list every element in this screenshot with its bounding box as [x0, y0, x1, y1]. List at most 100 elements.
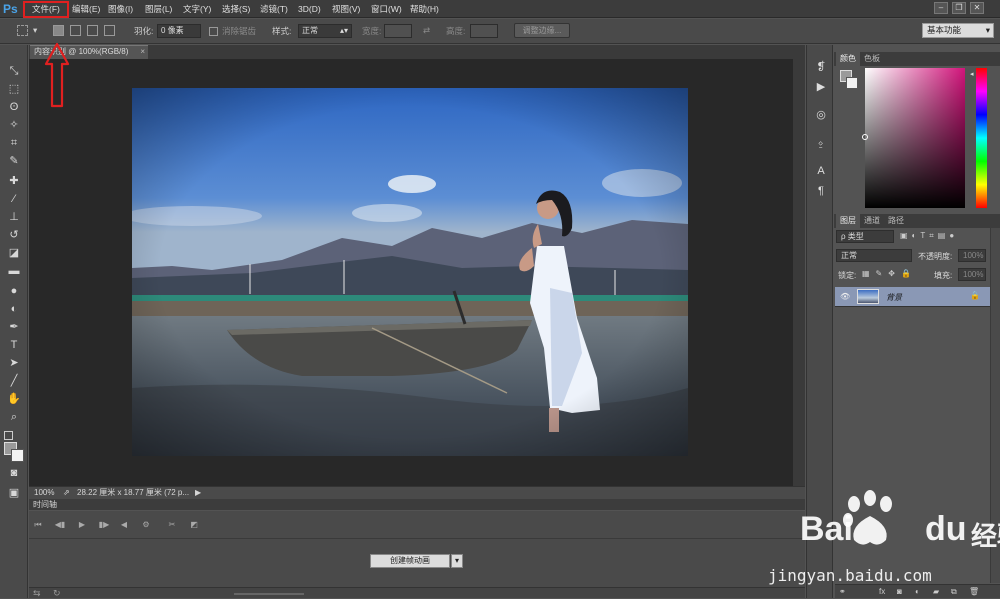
transition-icon[interactable]: ◩: [187, 519, 201, 531]
menu-edit[interactable]: 编辑(E): [72, 0, 100, 18]
path-select-tool-icon[interactable]: ➤: [5, 355, 23, 371]
create-frame-animation-button[interactable]: 创建帧动画: [370, 554, 450, 568]
lasso-tool-icon[interactable]: ʘ: [5, 99, 23, 115]
dodge-tool-icon[interactable]: ◐: [5, 301, 23, 317]
type-tool-icon[interactable]: T: [5, 337, 23, 353]
hue-slider[interactable]: [976, 68, 987, 208]
lock-icons[interactable]: ▦✎✥🔒: [862, 269, 917, 278]
history-panel-icon[interactable]: ❡: [813, 59, 829, 75]
next-frame-icon[interactable]: ▮▶: [97, 519, 111, 531]
feather-label: 羽化:: [134, 26, 154, 36]
play-arrow-icon[interactable]: ▶: [195, 487, 201, 499]
height-input[interactable]: [470, 24, 498, 38]
brush-panel-icon[interactable]: ⍚: [813, 135, 829, 151]
hand-tool-icon[interactable]: ✋: [5, 391, 23, 407]
zoom-slider[interactable]: [234, 593, 304, 595]
first-frame-icon[interactable]: ⏮: [31, 519, 45, 531]
move-tool-icon[interactable]: ⤡: [5, 63, 23, 79]
play-icon[interactable]: ▶: [75, 519, 89, 531]
eyedropper-tool-icon[interactable]: ✎: [5, 153, 23, 169]
crop-tool-icon[interactable]: ⌗: [5, 135, 23, 151]
quick-select-tool-icon[interactable]: ✧: [5, 117, 23, 133]
tab-swatches[interactable]: 色板: [860, 52, 884, 66]
tab-channels[interactable]: 通道: [860, 214, 884, 228]
settings-icon[interactable]: ⚙: [139, 519, 153, 531]
menu-bar: Ps 文件(F) 编辑(E) 图像(I) 图层(L) 文字(Y) 选择(S) 滤…: [0, 0, 1000, 18]
style-select[interactable]: 正常 ▴▾: [298, 24, 352, 38]
color-picker-cursor[interactable]: [862, 134, 868, 140]
close-button[interactable]: ✕: [970, 2, 984, 14]
intersect-selection-icon[interactable]: [104, 25, 115, 36]
marquee-tool-icon[interactable]: ⬚: [5, 81, 23, 97]
eraser-tool-icon[interactable]: ◪: [5, 245, 23, 261]
menu-filter[interactable]: 滤镜(T): [260, 0, 288, 18]
blend-mode-select[interactable]: 正常: [836, 249, 912, 262]
paragraph-panel-icon[interactable]: ¶: [813, 183, 829, 199]
opacity-input[interactable]: 100%: [958, 249, 986, 262]
menu-type[interactable]: 文字(Y): [183, 0, 211, 18]
annotation-arrow-up: [44, 42, 70, 108]
refine-edge-button[interactable]: 调整边缘...: [514, 23, 570, 38]
color-picker-field[interactable]: [865, 68, 965, 208]
cut-icon[interactable]: ✂: [165, 519, 179, 531]
default-colors-icon[interactable]: [4, 431, 13, 440]
adjustments-panel-icon[interactable]: ◎: [813, 107, 829, 123]
character-panel-icon[interactable]: A: [813, 163, 829, 179]
background-color-swatch[interactable]: [11, 449, 24, 462]
fill-input[interactable]: 100%: [958, 268, 986, 281]
tab-color[interactable]: 颜色: [836, 52, 860, 66]
audio-icon[interactable]: ◀: [117, 519, 131, 531]
zoom-level[interactable]: 100%: [34, 487, 54, 499]
export-icon[interactable]: ⇗: [63, 487, 70, 499]
layer-filter-icons[interactable]: ▣◐T⌗▤●: [900, 231, 958, 241]
hue-marker-icon[interactable]: ◂: [970, 70, 974, 78]
new-selection-icon[interactable]: [53, 25, 64, 36]
menu-3d[interactable]: 3D(D): [298, 0, 321, 18]
close-icon[interactable]: ×: [140, 46, 145, 58]
layer-filter-select[interactable]: ρ 类型: [836, 230, 894, 243]
visibility-eye-icon[interactable]: 👁: [840, 292, 850, 301]
healing-brush-tool-icon[interactable]: ✚: [5, 173, 23, 189]
swap-icon[interactable]: ⇄: [423, 25, 430, 36]
subtract-selection-icon[interactable]: [87, 25, 98, 36]
screen-mode-icon[interactable]: ▣: [5, 485, 23, 501]
width-input[interactable]: [384, 24, 412, 38]
pen-tool-icon[interactable]: ✒: [5, 319, 23, 335]
feather-input[interactable]: 0 像素: [157, 24, 201, 38]
menu-select[interactable]: 选择(S): [222, 0, 250, 18]
brush-tool-icon[interactable]: ⁄: [5, 191, 23, 207]
previous-frame-icon[interactable]: ◀▮: [53, 519, 67, 531]
color-panel-background-swatch[interactable]: [846, 77, 858, 89]
menu-view[interactable]: 视图(V): [332, 0, 360, 18]
actions-panel-icon[interactable]: ▶: [813, 79, 829, 95]
canvas-photo[interactable]: [132, 88, 688, 456]
workspace-select[interactable]: 基本功能: [922, 23, 994, 38]
convert-icon[interactable]: ⇆: [33, 588, 41, 599]
menu-help[interactable]: 帮助(H): [410, 0, 439, 18]
gradient-tool-icon[interactable]: ▬: [5, 263, 23, 279]
history-brush-tool-icon[interactable]: ↺: [5, 227, 23, 243]
blur-tool-icon[interactable]: ●: [5, 283, 23, 299]
tab-layers[interactable]: 图层: [836, 214, 860, 228]
chevron-down-icon[interactable]: ▾: [33, 25, 37, 36]
chevron-down-icon[interactable]: ▾: [451, 554, 463, 568]
stamp-tool-icon[interactable]: ⊥: [5, 209, 23, 225]
minimize-button[interactable]: –: [934, 2, 948, 14]
loop-icon[interactable]: ↻: [53, 588, 61, 599]
antialias-checkbox[interactable]: [209, 27, 218, 36]
restore-button[interactable]: ❐: [952, 2, 966, 14]
add-selection-icon[interactable]: [70, 25, 81, 36]
menu-image[interactable]: 图像(I): [108, 0, 133, 18]
menu-window[interactable]: 窗口(W): [371, 0, 402, 18]
photoshop-logo: Ps: [3, 2, 18, 16]
timeline-panel-tab[interactable]: 时间轴: [29, 499, 805, 510]
zoom-tool-icon[interactable]: ⌕: [5, 409, 23, 425]
menu-layer[interactable]: 图层(L): [145, 0, 172, 18]
line-tool-icon[interactable]: ╱: [5, 373, 23, 389]
tab-paths[interactable]: 路径: [884, 214, 908, 228]
layer-name[interactable]: 背景: [886, 292, 902, 303]
vertical-scrollbar[interactable]: [793, 59, 805, 486]
opacity-label: 不透明度:: [918, 252, 953, 261]
quick-mask-icon[interactable]: ◙: [5, 465, 23, 481]
marquee-tool-preset-icon[interactable]: [17, 25, 28, 36]
